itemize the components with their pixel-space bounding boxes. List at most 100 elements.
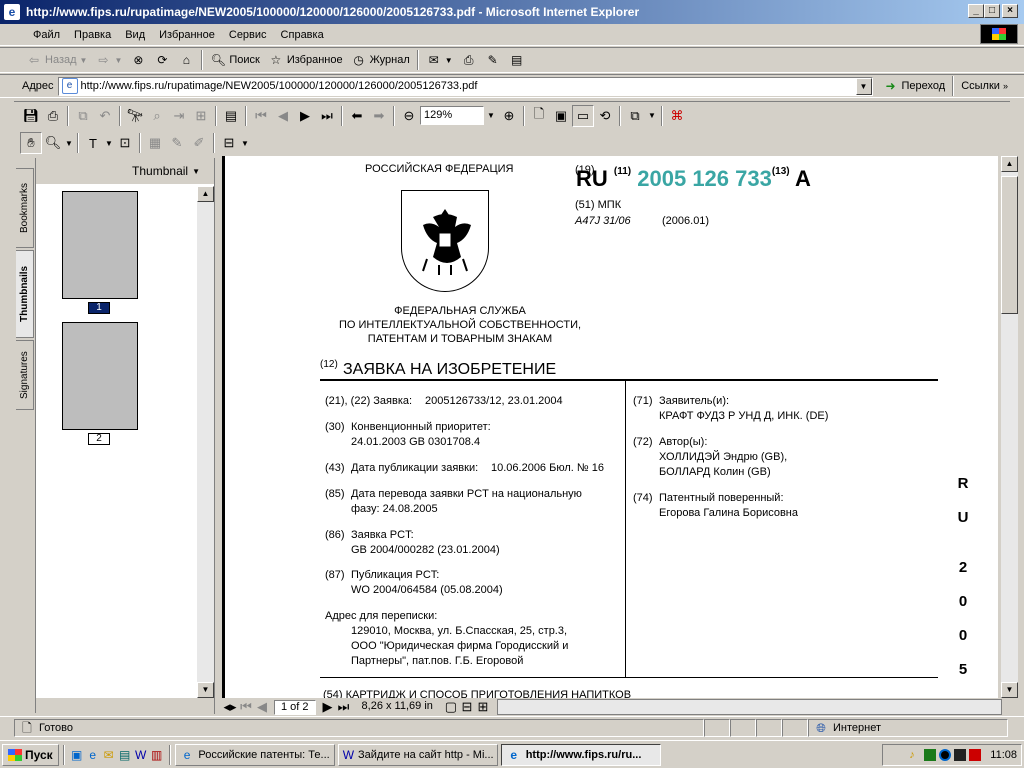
tray-app-icon-1[interactable]	[924, 749, 937, 761]
save-icon[interactable]: 💾︎	[20, 105, 42, 127]
highlight-icon[interactable]: ✐	[188, 132, 210, 154]
task-button-1[interactable]: e Российские патенты: Те...	[174, 743, 335, 766]
zoom-dropdown-icon[interactable]: ▼	[484, 105, 498, 127]
doc-scroll-down-icon[interactable]: ▼	[1001, 682, 1018, 698]
tab-bookmarks[interactable]: Bookmarks	[16, 168, 34, 248]
zoom-tool-dropdown-icon[interactable]: ▼	[64, 132, 74, 154]
form-icon[interactable]: ⊟	[218, 132, 240, 154]
task-button-3[interactable]: e http://www.fips.ru/ru...	[500, 743, 661, 766]
home-button[interactable]: ⌂	[174, 49, 198, 71]
maximize-button[interactable]: □	[984, 4, 1000, 18]
send-icon[interactable]: ⇥	[168, 105, 190, 127]
single-page-icon[interactable]: ▢	[443, 696, 459, 718]
panel-splitter[interactable]	[214, 158, 222, 714]
minimize-button[interactable]: _	[968, 4, 984, 18]
zoom-out-icon[interactable]: ⊖	[398, 105, 420, 127]
tray-app-icon-4[interactable]	[969, 749, 982, 761]
fit-width-icon[interactable]: ▭	[572, 104, 594, 127]
search-pdf-icon[interactable]: ⌕	[146, 105, 168, 127]
next-view-icon[interactable]: ➡	[368, 105, 390, 127]
panel-icon[interactable]: ▤	[220, 105, 242, 127]
go-button[interactable]: ➜ Переход	[879, 75, 950, 97]
hand-tool-icon[interactable]: ✋︎	[20, 132, 42, 154]
quicklaunch-app-icon[interactable]: ▤	[117, 747, 133, 763]
acrobat-icon[interactable]: ⌘	[666, 105, 688, 127]
undo-icon[interactable]: ↶	[94, 105, 116, 127]
nav-next-icon[interactable]: ▶	[320, 696, 336, 718]
menu-tools[interactable]: Сервис	[222, 29, 274, 41]
pencil-icon[interactable]: ✎	[166, 132, 188, 154]
page-thumbnail-1[interactable]	[62, 191, 138, 299]
note-icon[interactable]: ▦	[144, 132, 166, 154]
menu-edit[interactable]: Правка	[67, 29, 118, 41]
forward-button[interactable]: ⇨ ▼	[91, 49, 126, 71]
scroll-up-icon[interactable]: ▲	[197, 186, 214, 202]
window-titlebar[interactable]: e http://www.fips.ru/rupatimage/NEW2005/…	[0, 0, 1024, 24]
stop-button[interactable]: ⊗	[126, 49, 150, 71]
first-page-icon[interactable]: ⏮	[250, 105, 272, 127]
prev-page-icon[interactable]: ◀	[272, 105, 294, 127]
thumbnail-header[interactable]: Thumbnail ▼	[36, 158, 214, 184]
back-button[interactable]: ⇦ Назад ▼	[22, 49, 91, 71]
doc-scroll-up-icon[interactable]: ▲	[1001, 156, 1018, 172]
address-dropdown-icon[interactable]: ▼	[855, 77, 872, 95]
form-dropdown-icon[interactable]: ▼	[240, 132, 250, 154]
task-button-2[interactable]: W Зайдите на сайт http - Mi...	[337, 743, 498, 766]
document-scrollbar[interactable]: ▲ ▼	[1001, 156, 1018, 698]
discuss-button[interactable]: ▤	[505, 49, 529, 71]
last-page-icon[interactable]: ⏭	[316, 105, 338, 127]
attach-icon[interactable]: ⊞	[190, 105, 212, 127]
menu-favorites[interactable]: Избранное	[152, 29, 222, 41]
quicklaunch-save-icon[interactable]: ▥	[149, 747, 165, 763]
scroll-down-icon[interactable]: ▼	[197, 682, 214, 698]
zoom-in-icon[interactable]: ⊕	[498, 105, 520, 127]
edit-button[interactable]: ✎	[481, 49, 505, 71]
close-button[interactable]: ×	[1002, 4, 1018, 18]
zoom-tool-icon[interactable]: 🔍︎	[42, 132, 64, 154]
refresh-button[interactable]: ⟳	[150, 49, 174, 71]
history-button[interactable]: ◷ Журнал	[347, 49, 414, 71]
snapshot-icon[interactable]: ⊡	[114, 132, 136, 154]
search-button[interactable]: 🔍︎ Поиск	[206, 49, 263, 71]
volume-icon[interactable]: ♪	[909, 749, 921, 761]
layout-dropdown-icon[interactable]: ▼	[646, 105, 658, 127]
text-select-dropdown-icon[interactable]: ▼	[104, 132, 114, 154]
mail-button[interactable]: ✉ ▼	[422, 49, 457, 71]
nav-split-icon[interactable]: ◂▸	[222, 696, 238, 718]
tray-app-icon-2[interactable]	[939, 749, 952, 761]
nav-last-icon[interactable]: ⏭	[336, 696, 352, 718]
layout-icon[interactable]: ⧉	[624, 105, 646, 127]
nav-first-icon[interactable]: ⏮	[238, 696, 254, 718]
favorites-button[interactable]: ☆ Избранное	[264, 49, 347, 71]
print-button[interactable]: ⎙	[457, 49, 481, 71]
tab-signatures[interactable]: Signatures	[16, 340, 34, 410]
prev-view-icon[interactable]: ⬅	[346, 105, 368, 127]
actual-size-icon[interactable]: 🗋︎	[528, 105, 550, 127]
quicklaunch-ie-icon[interactable]: e	[85, 747, 101, 763]
rotate-icon[interactable]: ⟲	[594, 105, 616, 127]
print-pdf-icon[interactable]: ⎙	[42, 105, 64, 127]
page-thumbnail-2[interactable]	[62, 322, 138, 430]
fit-page-icon[interactable]: ▣	[550, 105, 572, 127]
horizontal-scrollbar[interactable]	[496, 699, 1002, 715]
doc-scroll-thumb[interactable]	[1001, 176, 1018, 314]
facing-icon[interactable]: ⊞	[475, 696, 491, 718]
menu-file[interactable]: Файл	[26, 29, 67, 41]
menu-help[interactable]: Справка	[274, 29, 331, 41]
find-icon[interactable]: 🔭︎	[124, 105, 146, 127]
quicklaunch-outlook-icon[interactable]: ✉	[101, 747, 117, 763]
next-page-icon[interactable]: ▶	[294, 105, 316, 127]
nav-prev-icon[interactable]: ◀	[254, 696, 270, 718]
address-input[interactable]: e http://www.fips.ru/rupatimage/NEW2005/…	[57, 76, 873, 96]
quicklaunch-word-icon[interactable]: W	[133, 747, 149, 763]
continuous-icon[interactable]: ⊟	[459, 696, 475, 718]
zoom-input[interactable]: 129%	[420, 106, 484, 125]
quicklaunch-desktop-icon[interactable]: ▣	[69, 747, 85, 763]
tab-thumbnails[interactable]: Thumbnails	[16, 250, 34, 338]
page-indicator[interactable]: 1 of 2	[274, 699, 316, 715]
start-button[interactable]: Пуск	[2, 743, 59, 766]
links-button[interactable]: Ссылки»	[957, 75, 1012, 97]
text-select-icon[interactable]: T	[82, 132, 104, 154]
copy-icon[interactable]: ⧉	[72, 105, 94, 127]
tray-app-icon-3[interactable]	[954, 749, 967, 761]
